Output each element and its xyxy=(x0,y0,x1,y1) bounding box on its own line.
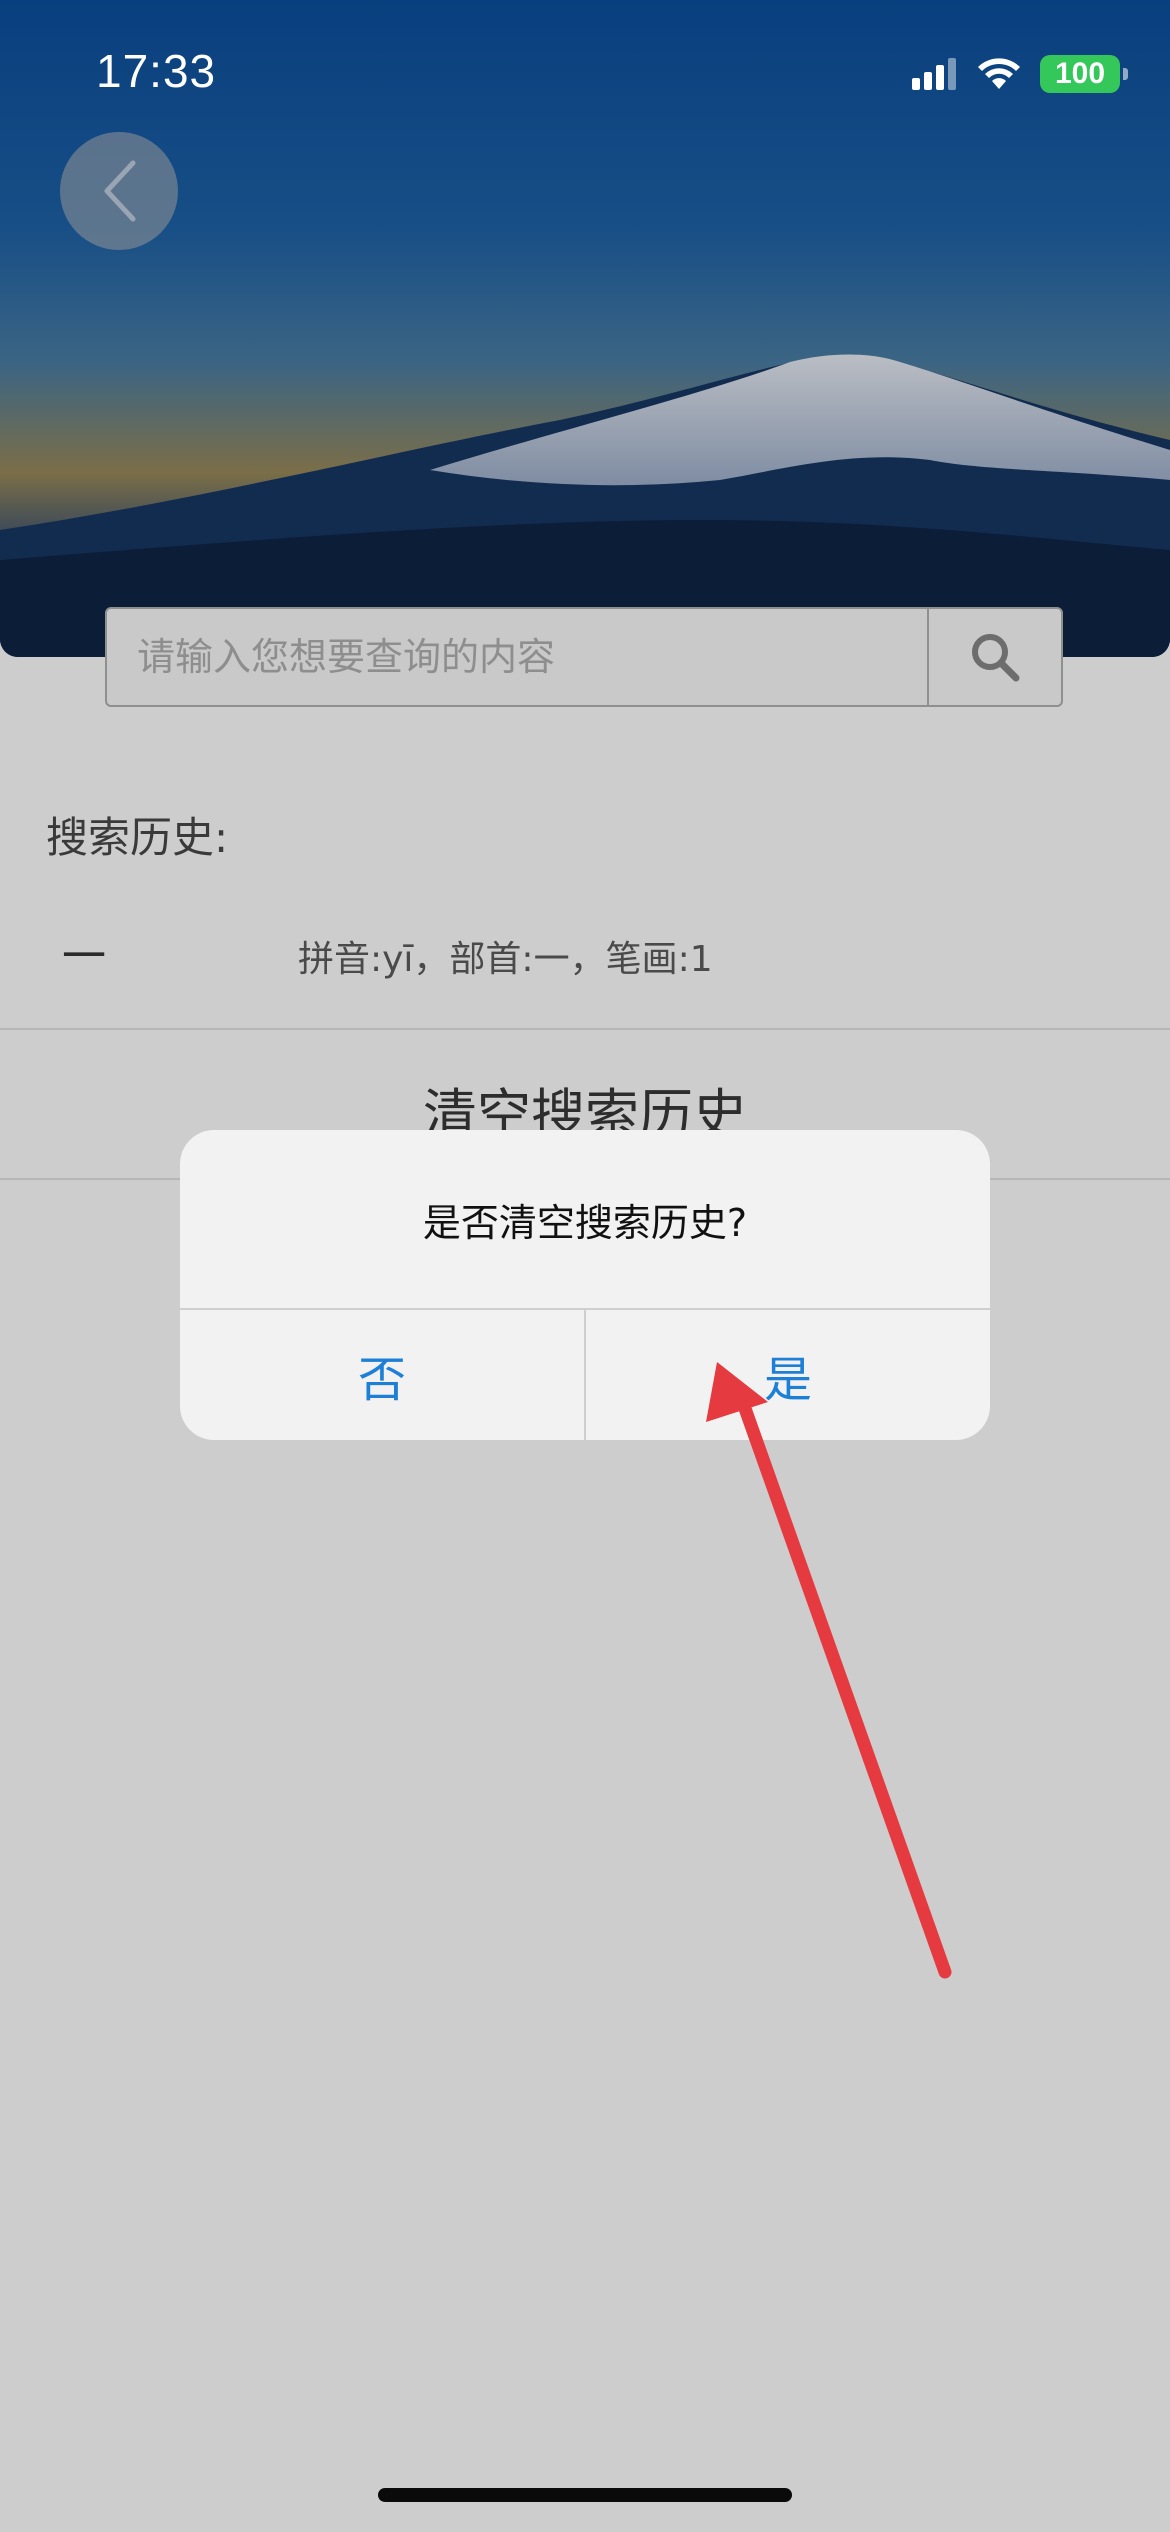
dialog-yes-button[interactable]: 是 xyxy=(586,1310,990,1440)
cellular-signal-icon xyxy=(912,58,956,90)
dialog-no-button[interactable]: 否 xyxy=(180,1310,584,1440)
wifi-icon xyxy=(978,58,1020,89)
confirm-dialog: 是否清空搜索历史? 否 是 xyxy=(180,1130,990,1440)
search-bar xyxy=(105,607,1063,707)
dialog-message: 是否清空搜索历史? xyxy=(422,1200,748,1245)
status-icons: 100 xyxy=(912,52,1128,96)
history-item-info: 拼音:yī，部首:一，笔画:1 xyxy=(298,939,713,980)
status-time: 17:33 xyxy=(96,45,217,97)
search-input[interactable] xyxy=(107,609,927,705)
history-item[interactable]: 一 拼音:yī，部首:一，笔画:1 xyxy=(0,900,1170,1010)
search-button[interactable] xyxy=(927,609,1061,705)
home-indicator xyxy=(378,2488,792,2502)
battery-indicator: 100 xyxy=(1040,55,1128,93)
history-item-char: 一 xyxy=(62,931,106,982)
back-button[interactable] xyxy=(60,132,178,250)
search-icon xyxy=(972,634,1020,682)
status-bar: 17:33 100 xyxy=(0,0,1170,140)
search-history-title: 搜索历史: xyxy=(46,813,229,862)
chevron-left-icon xyxy=(104,160,136,222)
